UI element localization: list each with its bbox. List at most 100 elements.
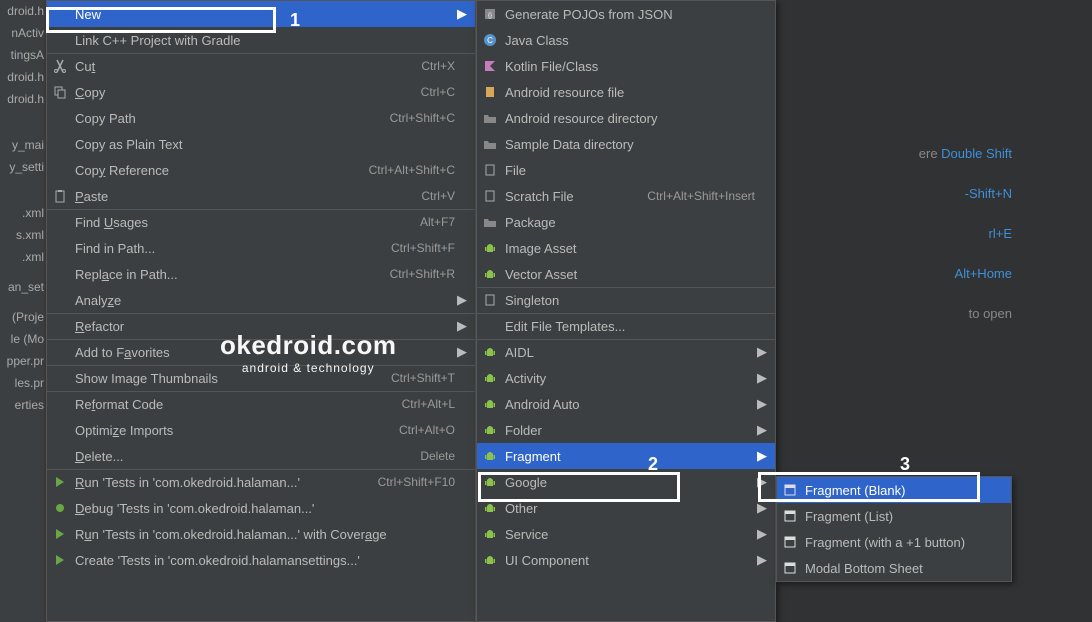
menu-item-label: Show Image Thumbnails bbox=[75, 371, 379, 386]
new-submenu-item[interactable]: Image Asset bbox=[477, 235, 775, 261]
menu-item-label: UI Component bbox=[505, 553, 755, 568]
blank-icon bbox=[51, 32, 69, 48]
submenu-arrow-icon: ▶ bbox=[755, 526, 767, 542]
hint-text: to open bbox=[969, 306, 1012, 321]
blank-icon bbox=[51, 266, 69, 282]
context-menu-item[interactable]: Replace in Path...Ctrl+Shift+R bbox=[47, 261, 475, 287]
context-menu: New▶Link C++ Project with GradleCutCtrl+… bbox=[46, 0, 476, 622]
android-icon bbox=[481, 448, 499, 464]
new-submenu-item[interactable]: Folder▶ bbox=[477, 417, 775, 443]
context-menu-item[interactable]: Find UsagesAlt+F7 bbox=[47, 209, 475, 235]
android-icon bbox=[481, 240, 499, 256]
menu-item-shortcut: Ctrl+Shift+F bbox=[391, 241, 455, 255]
project-tree-file: droid.h bbox=[0, 0, 46, 22]
debug-icon bbox=[51, 500, 69, 516]
android-icon bbox=[481, 552, 499, 568]
menu-item-shortcut: Ctrl+Alt+Shift+C bbox=[369, 163, 455, 177]
context-menu-item[interactable]: Debug 'Tests in 'com.okedroid.halaman...… bbox=[47, 495, 475, 521]
context-menu-item[interactable]: Create 'Tests in 'com.okedroid.halamanse… bbox=[47, 547, 475, 573]
menu-item-label: Paste bbox=[75, 189, 409, 204]
new-submenu-item[interactable]: CJava Class bbox=[477, 27, 775, 53]
submenu-arrow-icon: ▶ bbox=[455, 344, 467, 360]
menu-item-label: Optimize Imports bbox=[75, 423, 387, 438]
context-menu-item[interactable]: Copy as Plain Text bbox=[47, 131, 475, 157]
context-menu-item[interactable]: Analyze▶ bbox=[47, 287, 475, 313]
context-menu-item[interactable]: Add to Favorites▶ bbox=[47, 339, 475, 365]
menu-item-label: Google bbox=[505, 475, 755, 490]
blank-icon bbox=[51, 292, 69, 308]
context-menu-item[interactable]: Show Image ThumbnailsCtrl+Shift+T bbox=[47, 365, 475, 391]
new-submenu-item[interactable]: Package bbox=[477, 209, 775, 235]
context-menu-item[interactable]: New▶ bbox=[47, 1, 475, 27]
new-submenu-item[interactable]: Android resource file bbox=[477, 79, 775, 105]
file-s-icon bbox=[481, 292, 499, 308]
project-tree-file bbox=[0, 186, 46, 194]
context-menu-item[interactable]: Refactor▶ bbox=[47, 313, 475, 339]
context-menu-item[interactable]: Copy PathCtrl+Shift+C bbox=[47, 105, 475, 131]
menu-item-label: Package bbox=[505, 215, 755, 230]
new-submenu-item[interactable]: Google▶ bbox=[477, 469, 775, 495]
new-submenu-item[interactable]: Scratch FileCtrl+Alt+Shift+Insert bbox=[477, 183, 775, 209]
new-submenu-item[interactable]: Service▶ bbox=[477, 521, 775, 547]
submenu-arrow-icon: ▶ bbox=[755, 370, 767, 386]
blank-icon bbox=[51, 396, 69, 412]
context-menu-item[interactable]: Reformat CodeCtrl+Alt+L bbox=[47, 391, 475, 417]
context-menu-item[interactable]: Find in Path...Ctrl+Shift+F bbox=[47, 235, 475, 261]
android-icon bbox=[481, 266, 499, 282]
context-menu-item[interactable]: CopyCtrl+C bbox=[47, 79, 475, 105]
context-menu-item[interactable]: Delete...Delete bbox=[47, 443, 475, 469]
menu-item-label: Singleton bbox=[505, 293, 755, 308]
project-tree-partial: droid.hnActivtingsAdroid.hdroid.hy_maiy_… bbox=[0, 0, 46, 622]
run-icon bbox=[51, 552, 69, 568]
fragment-submenu-item[interactable]: Modal Bottom Sheet bbox=[777, 555, 1011, 581]
context-menu-item[interactable]: Link C++ Project with Gradle bbox=[47, 27, 475, 53]
menu-item-label: Service bbox=[505, 527, 755, 542]
new-submenu-item[interactable]: Other▶ bbox=[477, 495, 775, 521]
context-menu-item[interactable]: Run 'Tests in 'com.okedroid.halaman...' … bbox=[47, 521, 475, 547]
menu-item-label: Fragment bbox=[505, 449, 755, 464]
run-icon bbox=[51, 474, 69, 490]
fragment-submenu-item[interactable]: Fragment (List) bbox=[777, 503, 1011, 529]
menu-item-label: Copy as Plain Text bbox=[75, 137, 455, 152]
menu-item-label: AIDL bbox=[505, 345, 755, 360]
menu-item-label: Fragment (List) bbox=[805, 509, 991, 524]
fragment-submenu: Fragment (Blank) Fragment (List) Fragment … bbox=[776, 476, 1012, 582]
context-menu-item[interactable]: Run 'Tests in 'com.okedroid.halaman...'C… bbox=[47, 469, 475, 495]
menu-item-shortcut: Ctrl+C bbox=[421, 85, 455, 99]
context-menu-item[interactable]: CutCtrl+X bbox=[47, 53, 475, 79]
new-submenu-item[interactable]: AIDL▶ bbox=[477, 339, 775, 365]
project-tree-file bbox=[0, 268, 46, 276]
new-submenu-item[interactable]: UI Component▶ bbox=[477, 547, 775, 573]
new-submenu-item[interactable]: {}Generate POJOs from JSON bbox=[477, 1, 775, 27]
project-tree-file: s.xml bbox=[0, 224, 46, 246]
submenu-arrow-icon: ▶ bbox=[755, 422, 767, 438]
android-icon bbox=[481, 474, 499, 490]
submenu-arrow-icon: ▶ bbox=[755, 344, 767, 360]
context-menu-item[interactable]: Copy ReferenceCtrl+Alt+Shift+C bbox=[47, 157, 475, 183]
blank-icon bbox=[51, 344, 69, 360]
blank-icon bbox=[51, 6, 69, 22]
new-submenu-item[interactable]: Edit File Templates... bbox=[477, 313, 775, 339]
submenu-arrow-icon: ▶ bbox=[755, 474, 767, 490]
context-menu-item[interactable]: Optimize ImportsCtrl+Alt+O bbox=[47, 417, 475, 443]
new-submenu-item[interactable]: File bbox=[477, 157, 775, 183]
new-submenu-item[interactable]: Activity▶ bbox=[477, 365, 775, 391]
menu-item-label: Edit File Templates... bbox=[505, 319, 755, 334]
project-tree-file: nActiv bbox=[0, 22, 46, 44]
new-submenu-item[interactable]: Vector Asset bbox=[477, 261, 775, 287]
blank-icon bbox=[51, 422, 69, 438]
fragment-submenu-item[interactable]: Fragment (with a +1 button) bbox=[777, 529, 1011, 555]
file-a-icon bbox=[481, 84, 499, 100]
blank-icon bbox=[51, 240, 69, 256]
project-tree-file bbox=[0, 110, 46, 118]
new-submenu-item[interactable]: Android resource directory bbox=[477, 105, 775, 131]
new-submenu-item[interactable]: Fragment▶ bbox=[477, 443, 775, 469]
new-submenu-item[interactable]: Android Auto▶ bbox=[477, 391, 775, 417]
project-tree-file: droid.h bbox=[0, 88, 46, 110]
new-submenu-item[interactable]: Kotlin File/Class bbox=[477, 53, 775, 79]
fragment-submenu-item[interactable]: Fragment (Blank) bbox=[777, 477, 1011, 503]
new-submenu-item[interactable]: Singleton bbox=[477, 287, 775, 313]
menu-item-label: Android resource file bbox=[505, 85, 755, 100]
new-submenu-item[interactable]: Sample Data directory bbox=[477, 131, 775, 157]
context-menu-item[interactable]: PasteCtrl+V bbox=[47, 183, 475, 209]
